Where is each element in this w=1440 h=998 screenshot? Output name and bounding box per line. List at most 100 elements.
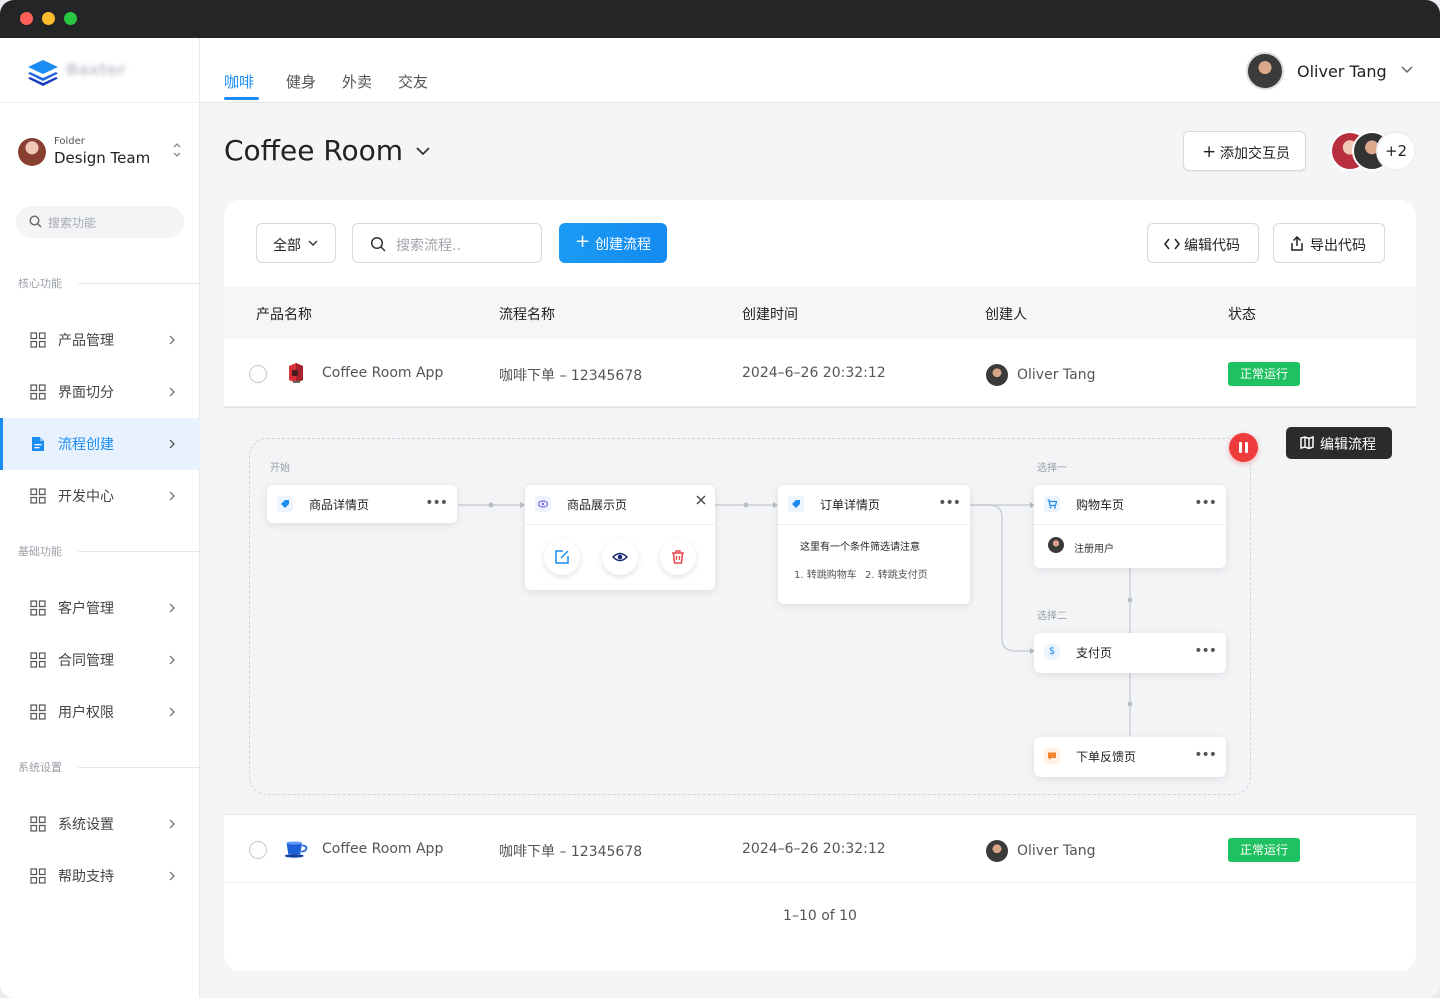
member-avatars[interactable]: +2	[1330, 131, 1416, 171]
creator-name: Oliver Tang	[1017, 367, 1096, 383]
flow-node-product-detail[interactable]: 商品详情页 •••	[267, 485, 457, 523]
dollar-icon: $	[1044, 644, 1060, 660]
member-overflow-count: +2	[1376, 131, 1416, 171]
column-header-creator: 创建人	[985, 307, 1027, 323]
column-header-flow: 流程名称	[499, 307, 555, 323]
created-time: 2024–6–26 20:32:12	[742, 365, 886, 381]
flow-node-feedback[interactable]: 下单反馈页 •••	[1034, 737, 1226, 777]
table-row[interactable]: Coffee Room App 咖啡下单 – 12345678 2024–6–2…	[224, 339, 1416, 407]
sidebar-item-label: 合同管理	[58, 653, 114, 669]
title-dropdown-chevron-icon[interactable]	[414, 145, 432, 157]
sidebar-item-product-management[interactable]: 产品管理	[0, 314, 200, 366]
status-badge: 正常运行	[1228, 362, 1300, 386]
section-divider	[78, 283, 200, 284]
node-title: 下单反馈页	[1076, 750, 1137, 764]
edit-icon	[555, 550, 569, 564]
more-options-icon[interactable]: •••	[938, 495, 961, 511]
product-name: Coffee Room App	[322, 841, 444, 857]
tab-takeout[interactable]: 外卖	[342, 71, 372, 92]
flow-node-cart[interactable]: 购物车页 ••• 注册用户	[1034, 485, 1226, 568]
tab-fitness[interactable]: 健身	[286, 71, 316, 92]
more-options-icon[interactable]: •••	[425, 495, 448, 511]
node-divider	[525, 524, 715, 525]
sidebar-item-label: 帮助支持	[58, 869, 114, 885]
grid-icon	[30, 704, 46, 720]
sidebar-item-dev-center[interactable]: 开发中心	[0, 470, 200, 522]
sidebar-item-permissions[interactable]: 用户权限	[0, 686, 200, 738]
chevron-updown-icon	[173, 143, 181, 157]
flow-node-payment[interactable]: $ 支付页 •••	[1034, 633, 1226, 673]
sidebar-item-ui-split[interactable]: 界面切分	[0, 366, 200, 418]
node-title: 订单详情页	[820, 498, 881, 512]
maximize-window-button[interactable]	[64, 12, 77, 25]
close-window-button[interactable]	[20, 12, 33, 25]
tab-coffee[interactable]: 咖啡	[224, 71, 254, 92]
more-options-icon[interactable]: •••	[1194, 495, 1217, 511]
folder-name: Design Team	[54, 149, 151, 167]
user-menu[interactable]: Oliver Tang	[1246, 52, 1422, 90]
sidebar-item-customers[interactable]: 客户管理	[0, 582, 200, 634]
close-icon[interactable]	[695, 494, 707, 506]
row-select-radio[interactable]	[249, 365, 267, 383]
logo-text: Baxter	[66, 60, 126, 79]
sidebar-item-help[interactable]: 帮助支持	[0, 850, 200, 902]
sidebar-item-system-settings[interactable]: 系统设置	[0, 798, 200, 850]
section-label-system: 系统设置	[18, 761, 62, 774]
grid-icon	[30, 868, 46, 884]
delete-node-button[interactable]	[660, 539, 696, 575]
user-name: Oliver Tang	[1297, 62, 1387, 81]
sidebar-item-label: 系统设置	[58, 817, 114, 833]
edit-node-button[interactable]	[544, 539, 580, 575]
flow-search-placeholder: 搜索流程..	[396, 238, 461, 254]
sidebar-item-label: 产品管理	[58, 333, 114, 349]
chevron-right-icon	[169, 819, 175, 829]
chevron-down-icon	[1401, 66, 1413, 74]
node-title: 商品详情页	[309, 498, 370, 512]
node-divider	[1034, 524, 1226, 525]
more-options-icon[interactable]: •••	[1194, 747, 1217, 763]
avatar	[1048, 537, 1064, 553]
folder-switcher[interactable]: Folder Design Team	[18, 134, 184, 174]
choice-two-label: 选择二	[1037, 611, 1067, 622]
choice-one-label: 选择一	[1037, 463, 1067, 474]
node-option-one: 1. 转跳购物车	[794, 570, 857, 581]
tag-icon	[277, 496, 293, 512]
eye-icon	[535, 496, 551, 512]
preview-node-button[interactable]	[602, 539, 638, 575]
search-icon	[370, 236, 386, 252]
sidebar-divider	[0, 102, 200, 103]
export-icon	[1291, 236, 1303, 251]
filter-dropdown[interactable]: 全部	[256, 223, 336, 263]
table-row[interactable]: Coffee Room App 咖啡下单 – 12345678 2024–6–2…	[224, 815, 1416, 883]
flow-node-product-display[interactable]: 商品展示页	[525, 485, 715, 590]
row-select-radio[interactable]	[249, 841, 267, 859]
tab-social[interactable]: 交友	[398, 71, 428, 92]
grid-icon	[30, 332, 46, 348]
edit-flow-button[interactable]: 编辑流程	[1286, 427, 1392, 459]
sidebar-item-flow-create[interactable]: 流程创建	[0, 418, 200, 470]
flow-search-input[interactable]: 搜索流程..	[352, 223, 542, 263]
flow-connectors	[458, 502, 1133, 736]
edit-code-button[interactable]: 编辑代码	[1147, 223, 1259, 263]
section-label-basic: 基础功能	[18, 545, 62, 558]
search-icon	[29, 215, 42, 228]
flow-node-order-detail[interactable]: 订单详情页 ••• 这里有一个条件筛选请注意 1. 转跳购物车 2. 转跳支付页	[778, 485, 970, 604]
create-flow-button[interactable]: + 创建流程	[559, 223, 667, 263]
chevron-right-icon	[169, 387, 175, 397]
node-title: 支付页	[1076, 646, 1113, 660]
export-code-button[interactable]: 导出代码	[1273, 223, 1385, 263]
folder-caption: Folder	[54, 136, 85, 147]
sidebar-search-input[interactable]: 搜索功能	[16, 206, 184, 238]
edit-flow-label: 编辑流程	[1320, 437, 1376, 453]
created-time: 2024–6–26 20:32:12	[742, 841, 886, 857]
product-name: Coffee Room App	[322, 365, 444, 381]
more-options-icon[interactable]: •••	[1194, 643, 1217, 659]
creator-avatar	[986, 840, 1008, 862]
sidebar-item-contracts[interactable]: 合同管理	[0, 634, 200, 686]
minimize-window-button[interactable]	[42, 12, 55, 25]
flow-table-card: 全部 搜索流程.. + 创建流程 编辑代码 导出代码 产品名称 流程名称 创建时…	[224, 200, 1416, 971]
chevron-right-icon	[169, 871, 175, 881]
sidebar: Baxter Folder Design Team 搜索功能 核心功能 产品管理	[0, 38, 200, 998]
add-member-button[interactable]: + 添加交互员	[1183, 131, 1306, 171]
pause-flow-button[interactable]	[1229, 433, 1258, 462]
